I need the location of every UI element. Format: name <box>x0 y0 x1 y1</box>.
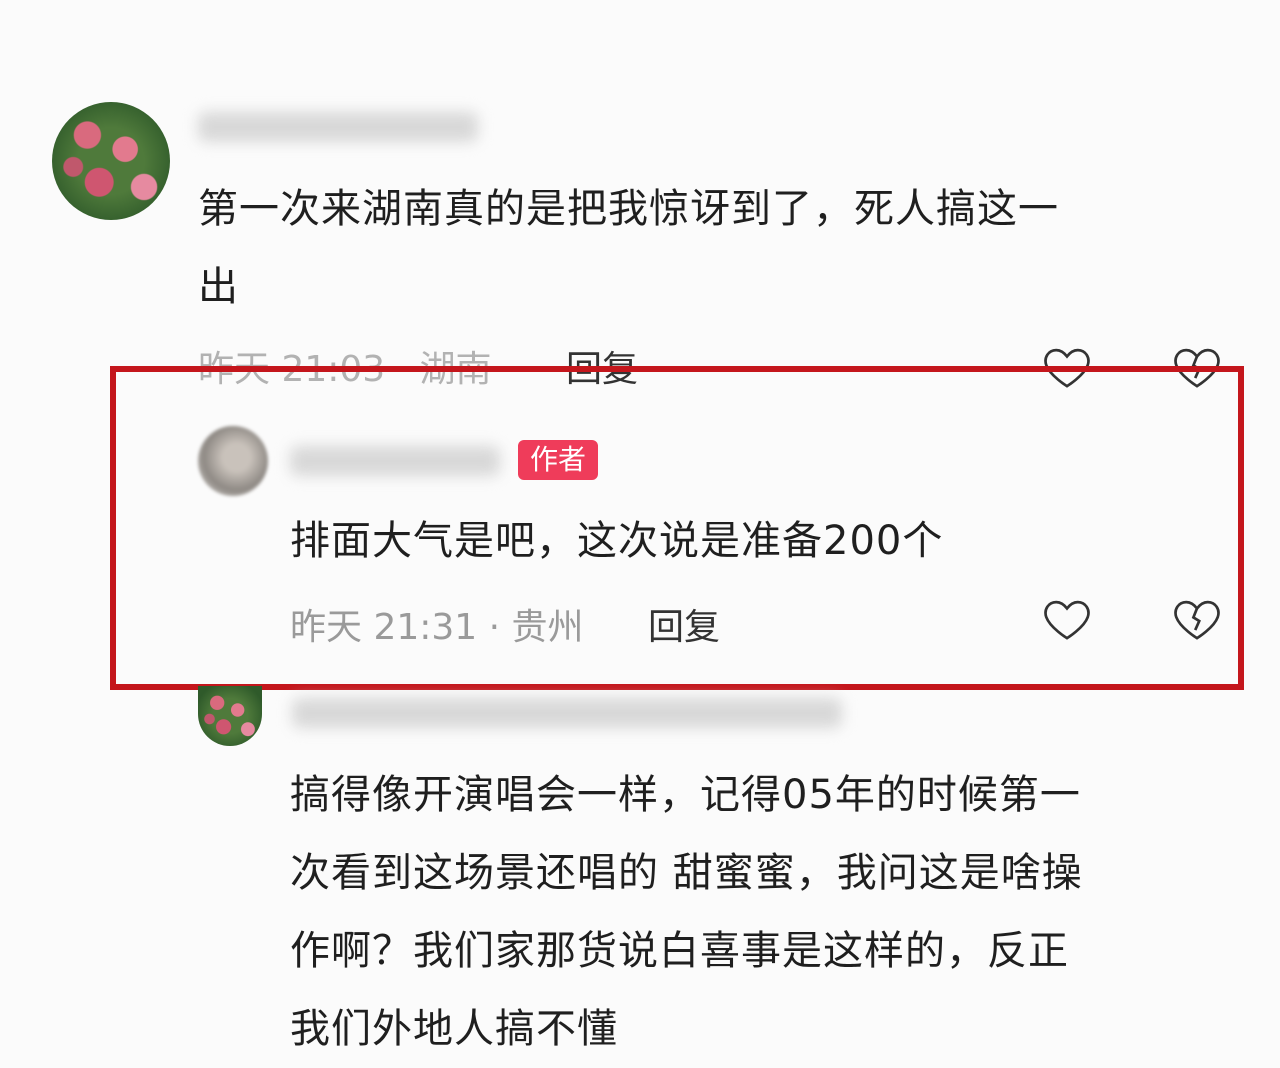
broken-heart-icon <box>1174 600 1220 640</box>
dislike-button[interactable] <box>1170 592 1224 646</box>
avatar[interactable] <box>52 102 170 220</box>
username-blurred[interactable] <box>292 698 842 728</box>
author-badge: 作者 <box>518 440 599 480</box>
avatar[interactable] <box>198 686 262 746</box>
comment-time-location: 昨天 21:31 · 贵州 <box>290 607 584 648</box>
username-blurred[interactable] <box>198 112 478 142</box>
author-username-blurred[interactable] <box>290 446 500 476</box>
comment-text: 第一次来湖南真的是把我惊讶到了，死人搞这一 出 <box>198 186 1059 310</box>
like-button[interactable] <box>1040 592 1094 646</box>
comment-text: 搞得像开演唱会一样，记得05年的时候第一 次看到这场景还唱的 甜蜜蜜，我问这是啥… <box>290 772 1083 1052</box>
reply-button[interactable]: 回复 <box>648 598 720 650</box>
comment-text: 排面大气是吧，这次说是准备200个 <box>290 518 944 564</box>
author-avatar[interactable] <box>198 426 268 496</box>
heart-outline-icon <box>1044 600 1090 640</box>
